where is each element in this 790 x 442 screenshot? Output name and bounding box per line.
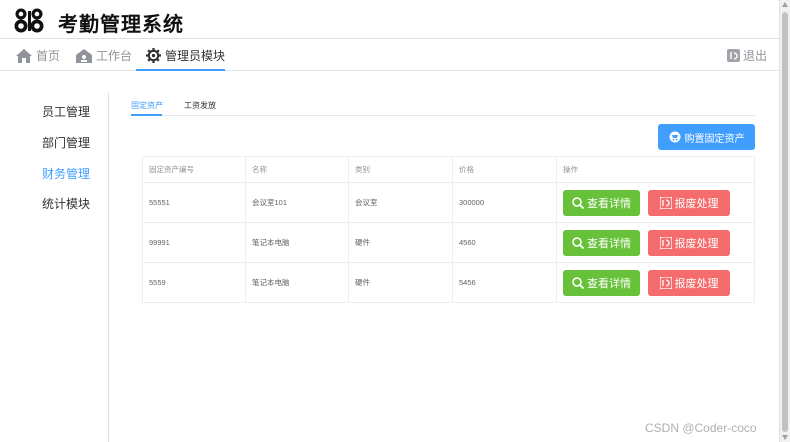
sidebar-item-departments[interactable]: 部门管理	[42, 134, 90, 151]
sidebar-item-finance[interactable]: 财务管理	[42, 165, 90, 182]
cart-icon	[669, 131, 680, 143]
scrap-label: 报废处理	[674, 237, 719, 250]
tab-salary[interactable]: 工资发放	[184, 100, 216, 111]
column-header-actions: 操作	[557, 157, 755, 182]
logout-icon	[726, 49, 740, 62]
table-row: 55551 会议室101 会议室 300000 查看详情 报废处理	[142, 183, 755, 223]
cell-name: 会议室101	[246, 183, 349, 222]
app-title: 考勤管理系统	[58, 14, 184, 36]
buy-asset-button[interactable]: 购置固定资产	[658, 124, 755, 150]
scrap-icon	[659, 276, 672, 289]
column-header-price: 价格	[453, 157, 557, 182]
logout-label: 退出	[742, 49, 767, 63]
scrap-label: 报废处理	[674, 197, 719, 210]
table-header-row: 固定资产编号 名称 类别 价格 操作	[142, 157, 755, 183]
scrap-button[interactable]: 报废处理	[648, 189, 730, 216]
cell-category: 硬件	[349, 223, 453, 262]
cell-id: 99991	[142, 223, 246, 262]
cell-price: 4560	[453, 223, 557, 262]
view-details-button[interactable]: 查看详情	[563, 269, 640, 296]
view-details-button[interactable]: 查看详情	[563, 189, 640, 216]
cell-actions: 查看详情 报废处理	[557, 223, 755, 262]
search-icon	[572, 196, 584, 209]
scrap-button[interactable]: 报废处理	[648, 229, 730, 256]
sidebar-item-employees[interactable]: 员工管理	[42, 103, 90, 120]
nav-active-indicator	[136, 69, 225, 71]
cell-price: 300000	[453, 183, 557, 222]
logout-button[interactable]: 退出	[726, 40, 767, 71]
table-row: 5559 笔记本电脑 硬件 5456 查看详情 报废处理	[142, 263, 755, 303]
buy-asset-label: 购置固定资产	[684, 133, 745, 145]
search-icon	[572, 236, 584, 249]
search-icon	[572, 276, 584, 289]
view-details-label: 查看详情	[587, 237, 631, 250]
column-header-category: 类别	[349, 157, 453, 182]
home-icon	[16, 48, 32, 63]
table-row: 99991 笔记本电脑 硬件 4560 查看详情 报废处理	[142, 223, 755, 263]
gear-icon	[146, 48, 161, 63]
nav-item-label: 工作台	[96, 49, 133, 63]
cell-price: 5456	[453, 263, 557, 302]
nav-item-home[interactable]: 首页	[16, 40, 60, 71]
scrap-icon	[659, 196, 672, 209]
cell-category: 会议室	[349, 183, 453, 222]
nav-item-label: 首页	[36, 49, 61, 63]
cell-actions: 查看详情 报废处理	[557, 263, 755, 302]
view-details-label: 查看详情	[587, 197, 631, 210]
scrap-icon	[659, 236, 672, 249]
nav-item-admin[interactable]: 管理员模块	[146, 40, 225, 71]
view-details-button[interactable]: 查看详情	[563, 229, 640, 256]
finance-tabs: 固定资产 工资发放	[131, 96, 755, 116]
cell-name: 笔记本电脑	[246, 223, 349, 262]
cell-actions: 查看详情 报废处理	[557, 183, 755, 222]
column-header-name: 名称	[246, 157, 349, 182]
app-header: 考勤管理系统	[0, 0, 779, 39]
cell-name: 笔记本电脑	[246, 263, 349, 302]
view-details-label: 查看详情	[587, 277, 631, 290]
nav-item-workbench[interactable]: 工作台	[76, 40, 132, 71]
assets-table: 固定资产编号 名称 类别 价格 操作 55551 会议室101 会议室 3000…	[142, 156, 755, 303]
nav-item-label: 管理员模块	[165, 49, 226, 63]
scrollbar-thumb[interactable]	[782, 12, 788, 432]
sidebar-item-statistics[interactable]: 统计模块	[42, 195, 90, 212]
cell-id: 55551	[142, 183, 246, 222]
tab-active-indicator	[131, 114, 162, 116]
scroll-up-arrow-icon[interactable]	[782, 2, 788, 7]
cell-category: 硬件	[349, 263, 453, 302]
sidebar: 员工管理 部门管理 财务管理 统计模块	[0, 93, 109, 442]
people-logo-icon	[14, 8, 44, 33]
page-scrollbar[interactable]	[779, 0, 790, 442]
scrap-label: 报废处理	[674, 277, 719, 290]
scroll-down-arrow-icon[interactable]	[782, 435, 788, 440]
watermark-text: CSDN @Coder-coco	[645, 421, 757, 435]
tab-fixed-assets[interactable]: 固定资产	[131, 100, 163, 111]
scrap-button[interactable]: 报废处理	[648, 269, 730, 296]
top-nav: 首页 工作台 管理员模块 退出	[0, 40, 779, 71]
cell-id: 5559	[142, 263, 246, 302]
column-header-id: 固定资产编号	[142, 157, 246, 182]
workbench-icon	[76, 48, 92, 63]
